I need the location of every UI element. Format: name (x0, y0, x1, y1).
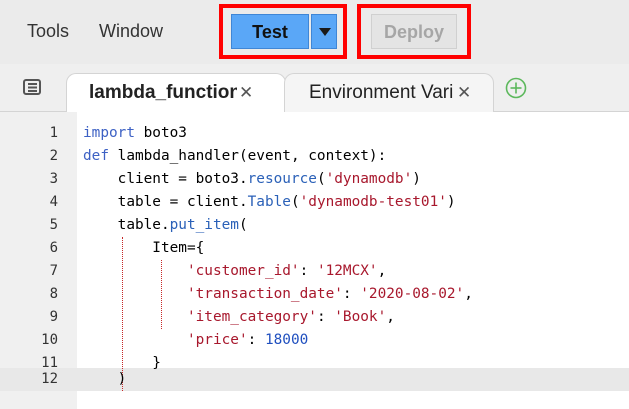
deploy-highlight-box: Deploy (357, 4, 471, 59)
line-number: 6 (49, 240, 58, 256)
line-number: 5 (49, 217, 58, 233)
code-line: table.put_item( (83, 217, 248, 233)
file-tree-icon[interactable] (22, 78, 42, 96)
toolbar: Tools Window Test Deploy (0, 0, 629, 64)
code-line: table = client.Table('dynamodb-test01') (83, 194, 456, 210)
line-number: 8 (49, 286, 58, 302)
line-number: 3 (49, 171, 58, 187)
tab-label: lambda_function (89, 82, 237, 103)
code-line: Item={ (83, 240, 205, 256)
code-line: 'price': 18000 (186, 332, 309, 348)
menu-tools[interactable]: Tools (27, 21, 69, 42)
test-highlight-box: Test (219, 4, 347, 59)
deploy-button[interactable]: Deploy (371, 14, 457, 49)
line-number: 2 (49, 148, 58, 164)
code-line: import boto3 (83, 125, 187, 141)
tab-environment-variables[interactable]: Environment Vari ✕ (284, 73, 494, 112)
tab-bar: lambda_function ✕ Environment Vari ✕ (0, 64, 629, 112)
code-line: client = boto3.resource('dynamodb') (83, 171, 421, 187)
code-line: ) (83, 371, 127, 387)
test-dropdown-button[interactable] (311, 14, 337, 49)
close-icon[interactable]: ✕ (457, 83, 471, 103)
close-icon[interactable]: ✕ (239, 83, 253, 103)
menu-window[interactable]: Window (99, 21, 163, 42)
code-editor[interactable]: 1 2 3 4 5 6 7 8 9 10 11 12 import boto3 … (0, 112, 629, 409)
line-number: 9 (49, 309, 58, 325)
test-button[interactable]: Test (231, 14, 309, 49)
code-line: 'customer_id': '12MCX', (186, 263, 387, 279)
line-number: 1 (49, 125, 58, 141)
line-number: 10 (41, 332, 58, 348)
line-number: 12 (41, 371, 58, 387)
tab-label: Environment Vari (309, 82, 454, 103)
code-line: 'item_category': 'Book', (186, 309, 395, 325)
tab-lambda-function[interactable]: lambda_function ✕ (66, 73, 286, 112)
caret-down-icon (319, 28, 331, 36)
add-tab-icon[interactable] (505, 77, 527, 99)
line-number: 7 (49, 263, 58, 279)
code-line: 'transaction_date': '2020-08-02', (186, 286, 473, 302)
code-line: def lambda_handler(event, context): (83, 148, 387, 164)
line-number: 4 (49, 194, 58, 210)
